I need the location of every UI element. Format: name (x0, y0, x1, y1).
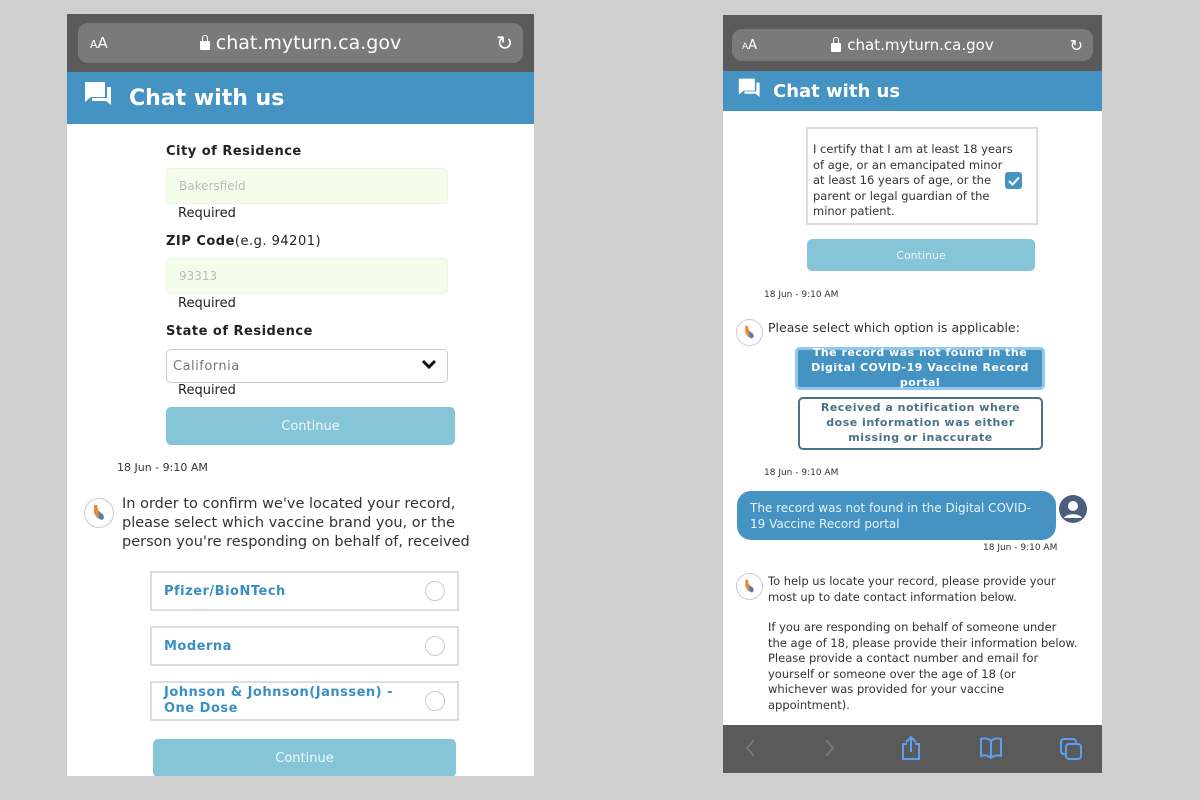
chat-header: Chat with us (723, 71, 1102, 111)
message-timestamp: 18 Jun - 9:10 AM (764, 290, 839, 300)
option-label: Johnson & Johnson(Janssen) - One Dose (164, 684, 394, 716)
address-bar[interactable]: AA chat.myturn.ca.gov ↻ (732, 29, 1093, 61)
share-icon[interactable] (900, 735, 922, 765)
vaccine-option-moderna[interactable]: Moderna (150, 626, 459, 666)
state-select[interactable]: California (166, 349, 448, 383)
state-select-value: California (173, 358, 240, 374)
chat-bubbles-icon (83, 80, 115, 116)
chat-content: City of Residence Bakersfield Required Z… (67, 124, 534, 776)
reload-icon[interactable]: ↻ (1070, 36, 1083, 55)
state-required-hint: Required (178, 383, 236, 398)
user-avatar-icon (1059, 495, 1087, 523)
phone-screenshot-right: AA chat.myturn.ca.gov ↻ Chat with us I c… (723, 15, 1102, 773)
zip-label-example: (e.g. 94201) (234, 234, 322, 249)
zip-label: ZIP Code(e.g. 94201) (166, 234, 321, 249)
phone-screenshot-left: AA chat.myturn.ca.gov ↻ Chat with us Cit… (67, 14, 534, 776)
bot-avatar (736, 573, 763, 600)
address-bar[interactable]: AA chat.myturn.ca.gov ↻ (78, 23, 523, 63)
city-required-hint: Required (178, 206, 236, 221)
bot-message-part-2: If you are responding on behalf of someo… (768, 620, 1078, 712)
text-size-button[interactable]: AA (90, 34, 108, 52)
zip-required-hint: Required (178, 296, 236, 311)
bot-message: Please select which option is applicable… (768, 320, 1020, 335)
tabs-icon[interactable] (1059, 737, 1083, 765)
bot-avatar (84, 498, 114, 528)
url-text: chat.myturn.ca.gov (847, 36, 994, 54)
chat-bubbles-icon (737, 77, 763, 106)
lock-icon (199, 34, 210, 50)
bot-avatar (736, 319, 763, 346)
zip-label-text: ZIP Code (166, 234, 235, 249)
chat-content: I certify that I am at least 18 years of… (723, 111, 1102, 725)
user-message-bubble: The record was not found in the Digital … (737, 491, 1056, 540)
message-timestamp: 18 Jun - 9:10 AM (983, 543, 1058, 553)
california-logo-icon (745, 325, 754, 339)
california-logo-icon (745, 579, 754, 593)
zip-input[interactable]: 93313 (166, 258, 448, 294)
option-label: Moderna (164, 638, 232, 654)
vaccine-option-pfizer[interactable]: Pfizer/BioNTech (150, 571, 459, 611)
chat-header: Chat with us (67, 72, 534, 124)
option-record-not-found[interactable]: The record was not found in the Digital … (795, 346, 1045, 390)
continue-button[interactable]: Continue (166, 407, 455, 445)
option-notification-inaccurate[interactable]: Received a notification where dose infor… (798, 397, 1043, 450)
certify-text: I certify that I am at least 18 years of… (813, 142, 1013, 219)
bot-message: In order to confirm we've located your r… (122, 496, 470, 550)
radio-button[interactable] (425, 581, 445, 601)
message-timestamp: 18 Jun - 9:10 AM (117, 461, 208, 474)
certify-box: I certify that I am at least 18 years of… (806, 127, 1038, 225)
checkmark-icon (1007, 176, 1020, 186)
browser-chrome: AA chat.myturn.ca.gov ↻ (723, 15, 1102, 71)
city-label: City of Residence (166, 144, 302, 159)
message-timestamp: 18 Jun - 9:10 AM (764, 468, 839, 478)
back-icon[interactable] (743, 737, 757, 763)
california-logo-icon (94, 505, 104, 520)
vaccine-option-jnj[interactable]: Johnson & Johnson(Janssen) - One Dose (150, 681, 459, 721)
forward-icon[interactable] (823, 737, 837, 763)
browser-chrome: AA chat.myturn.ca.gov ↻ (67, 14, 534, 72)
header-title: Chat with us (773, 80, 901, 102)
continue-button-2[interactable]: Continue (153, 739, 456, 776)
bot-message-part-1: To help us locate your record, please pr… (768, 574, 1056, 604)
browser-toolbar (723, 725, 1102, 773)
city-input[interactable]: Bakersfield (166, 168, 448, 204)
radio-button[interactable] (425, 636, 445, 656)
radio-button[interactable] (425, 691, 445, 711)
option-label: Pfizer/BioNTech (164, 583, 286, 599)
bot-message: To help us locate your record, please pr… (768, 574, 1078, 713)
header-title: Chat with us (129, 85, 285, 111)
text-size-button[interactable]: AA (742, 38, 757, 53)
continue-button[interactable]: Continue (807, 239, 1035, 271)
lock-icon (831, 36, 842, 52)
chevron-down-icon (421, 358, 437, 376)
url-text: chat.myturn.ca.gov (215, 32, 402, 54)
certify-checkbox[interactable] (1005, 172, 1022, 189)
state-label: State of Residence (166, 324, 313, 339)
reload-icon[interactable]: ↻ (496, 31, 513, 55)
bookmarks-icon[interactable] (979, 737, 1003, 763)
